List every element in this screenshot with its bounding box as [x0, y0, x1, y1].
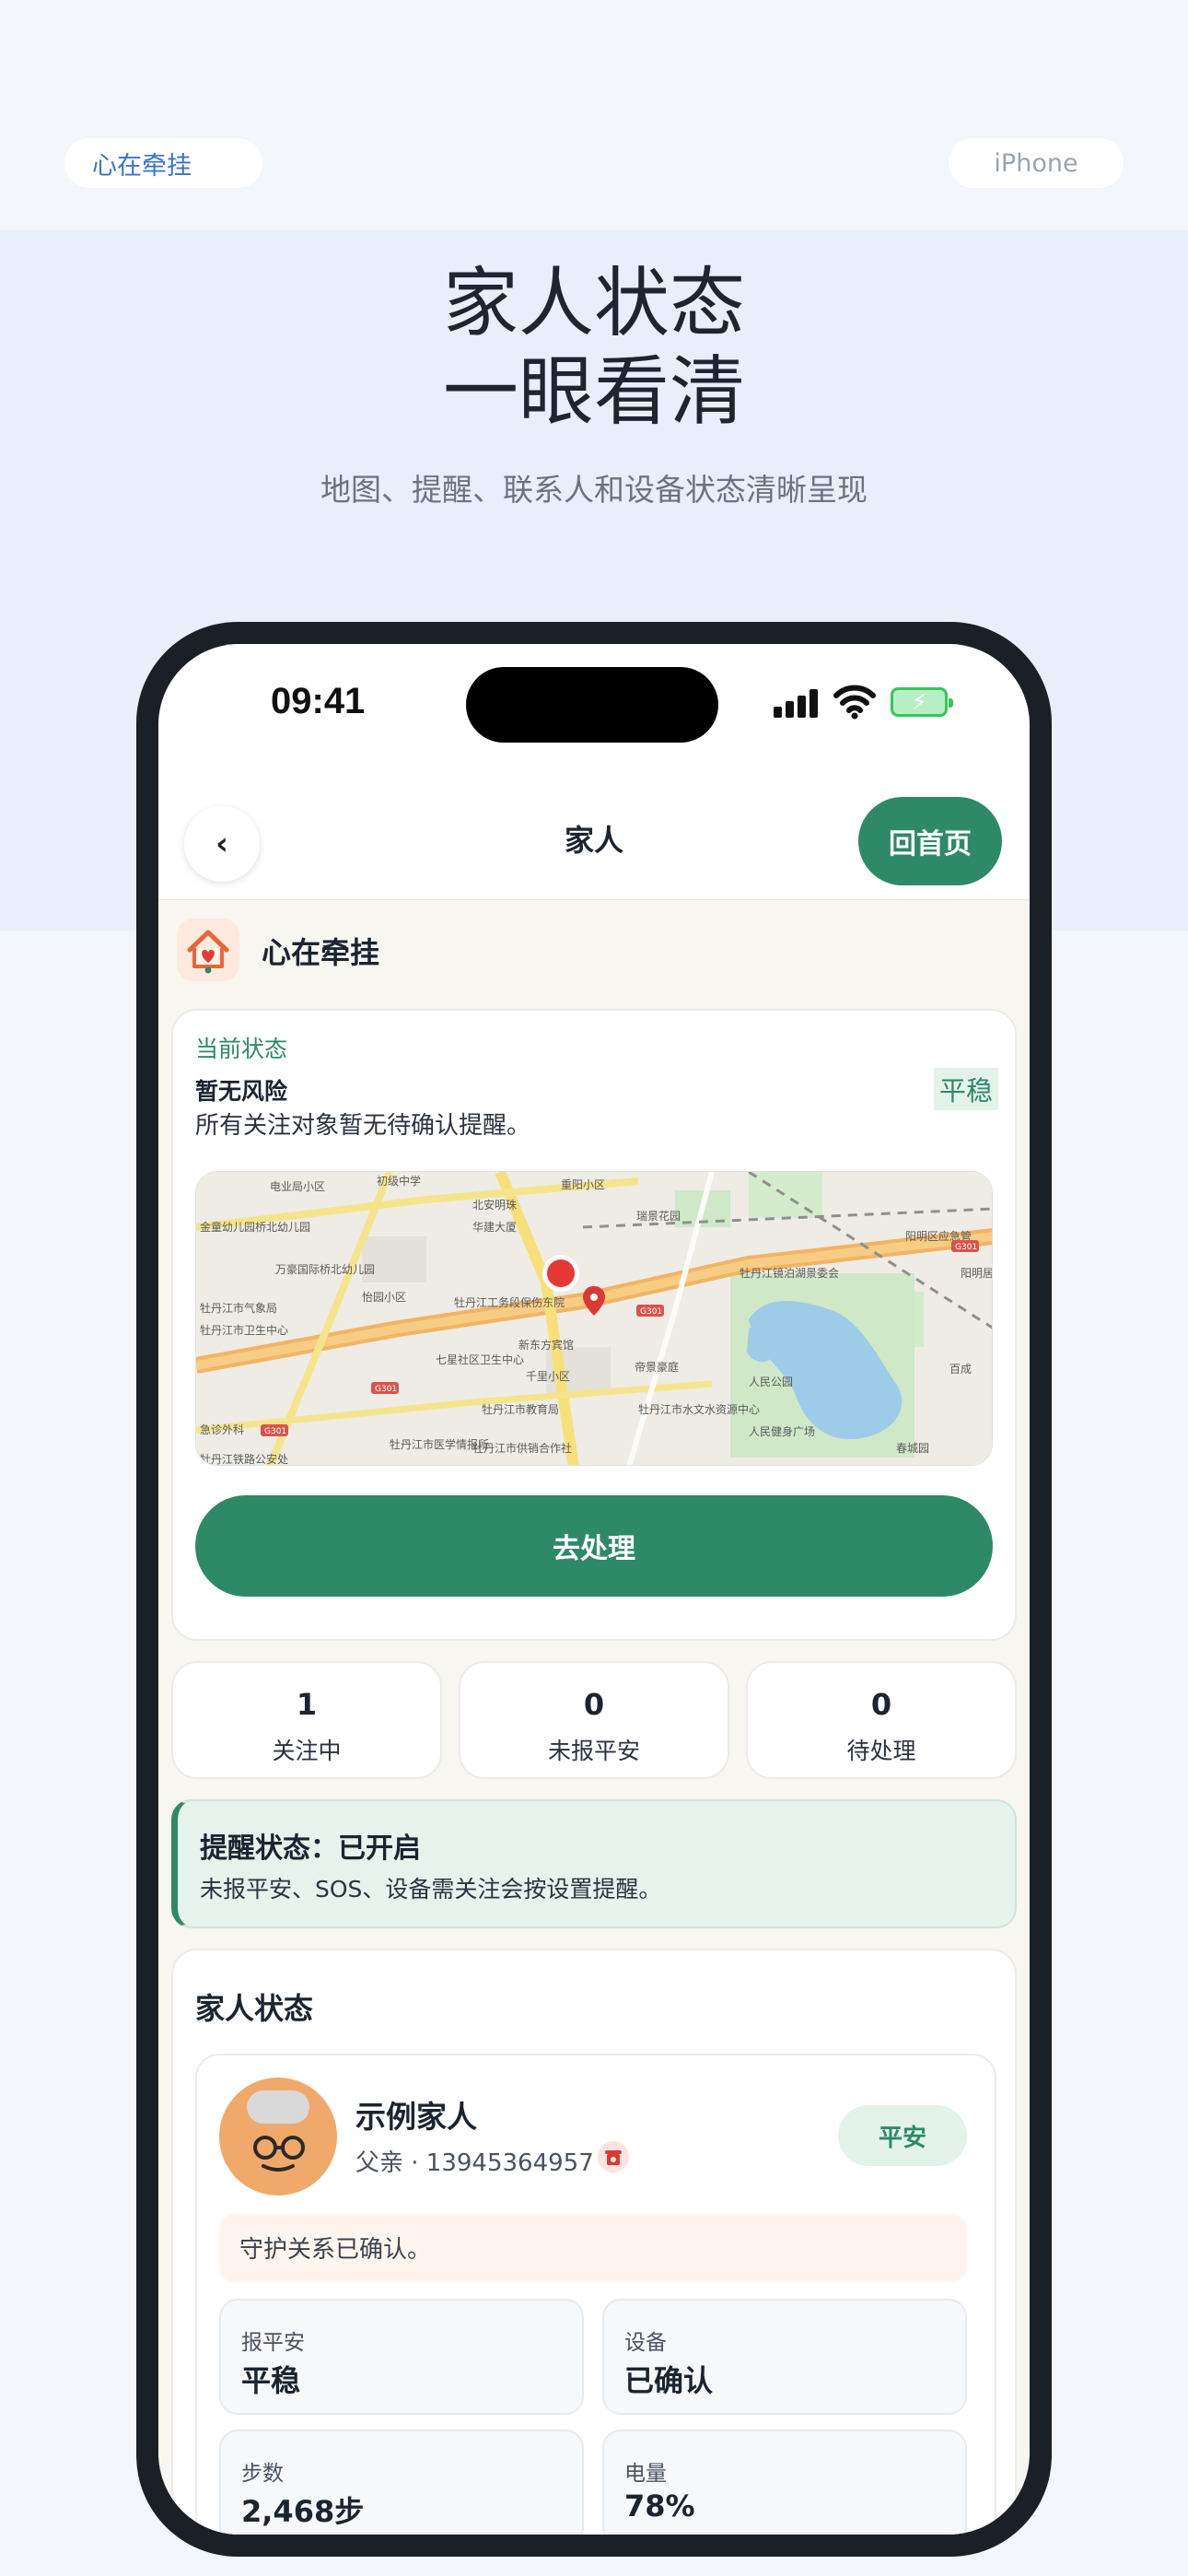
map-label: 牡丹江工务段保伤东院 — [454, 1295, 565, 1309]
nav-bar: ‹ 家人 回首页 — [158, 780, 1030, 900]
map-label: 新东方宾馆 — [518, 1338, 574, 1352]
current-location-dot — [547, 1259, 575, 1287]
map-label: 人民公园 — [749, 1376, 793, 1388]
map-label: 急诊外科 — [200, 1423, 244, 1436]
tile-battery: 电量 78% — [602, 2430, 967, 2535]
map-label: 万豪国际桥北幼儿园 — [275, 1262, 375, 1276]
stat-not-reported[interactable]: 0 未报平安 — [459, 1661, 729, 1779]
tile-label: 设备 — [624, 2331, 667, 2355]
tile-value: 已确认 — [624, 2363, 714, 2398]
tile-label: 步数 — [241, 2462, 284, 2486]
headline-line-1: 家人状态 — [442, 260, 745, 347]
member-name: 示例家人 — [355, 2099, 477, 2135]
reminder-status-panel: 提醒状态：已开启 未报平安、SOS、设备需关注会按设置提醒。 — [171, 1799, 1017, 1928]
stat-pending[interactable]: 0 待处理 — [746, 1661, 1017, 1779]
avatar — [219, 2078, 337, 2195]
stat-value: 1 — [296, 1687, 318, 1722]
map-canvas: 电业局小区 初级中学 重阳小区 北安明珠 华建大厦 瑞景花园 阳明区应急管 金童… — [196, 1172, 993, 1466]
road-tag: G301 — [375, 1385, 397, 1394]
tile-value: 平稳 — [241, 2363, 301, 2398]
charging-bolt-icon: ⚡ — [912, 689, 927, 715]
cellular-signal-icon — [774, 688, 820, 718]
promo-headline: 家人状态 一眼看清 — [0, 260, 1188, 437]
promo-subheadline: 地图、提醒、联系人和设备状态清晰呈现 — [320, 472, 868, 508]
current-status-description: 所有关注对象暂无待确认提醒。 — [195, 1112, 531, 1140]
map-label: 七星社区卫生中心 — [436, 1352, 524, 1366]
tile-label: 报平安 — [241, 2331, 305, 2355]
map-label: 华建大厦 — [472, 1221, 517, 1234]
family-member-card[interactable]: 示例家人 父亲 · 13945364957 平安 守护关系已确认。 报平安 平稳… — [195, 2054, 996, 2535]
map-label: 牡丹江市气象局 — [200, 1301, 277, 1315]
handle-button[interactable]: 去处理 — [195, 1495, 993, 1597]
status-badge: 平稳 — [934, 1068, 999, 1110]
family-status-card: 家人状态 示例家人 父亲 · 13945364957 平安 守护关系已确认。 报… — [171, 1949, 1017, 2535]
guardian-note: 守护关系已确认。 — [219, 2214, 967, 2282]
stat-value: 0 — [870, 1687, 892, 1722]
map-label: 千里小区 — [526, 1370, 570, 1383]
family-section-title: 家人状态 — [195, 1991, 314, 2026]
current-status-label: 当前状态 — [195, 1036, 288, 1062]
map-label: 牡丹江市卫生中心 — [200, 1323, 288, 1337]
location-map[interactable]: 电业局小区 初级中学 重阳小区 北安明珠 华建大厦 瑞景花园 阳明区应急管 金童… — [195, 1171, 993, 1466]
reminder-title: 提醒状态：已开启 — [200, 1832, 421, 1865]
map-label: 牡丹江市供销合作社 — [472, 1441, 572, 1455]
tile-value: 2,468步 — [241, 2494, 365, 2529]
map-label: 牡丹江铁路公安处 — [200, 1452, 288, 1466]
tile-check-in: 报平安 平稳 — [219, 2299, 584, 2415]
status-bar: 09:41 ⚡ — [158, 644, 1030, 780]
current-status-title: 暂无风险 — [195, 1078, 288, 1105]
map-label: 阳明居民 — [961, 1267, 993, 1280]
map-label: 牡丹江市水文水资源中心 — [638, 1402, 760, 1416]
map-label: 重阳小区 — [561, 1178, 605, 1191]
map-label: 电业局小区 — [270, 1180, 325, 1193]
map-label: 百成 — [949, 1363, 972, 1376]
map-label: 金童幼儿园桥北幼儿园 — [200, 1220, 310, 1234]
road-tag: G301 — [264, 1427, 286, 1436]
telephone-icon[interactable] — [597, 2140, 630, 2173]
map-label: 春城园 — [896, 1442, 929, 1455]
map-label: 瑞景花园 — [636, 1209, 681, 1223]
headline-line-2: 一眼看清 — [442, 348, 745, 436]
stat-value: 0 — [583, 1687, 605, 1722]
home-button[interactable]: 回首页 — [858, 797, 1002, 885]
stat-label: 未报平安 — [547, 1738, 640, 1764]
tile-label: 电量 — [624, 2462, 667, 2486]
phone-frame: 09:41 ⚡ ‹ 家人 回首页 心在牵挂 当前状态 暂无风险 所有关注对象暂无… — [136, 622, 1052, 2557]
dynamic-island — [466, 667, 718, 743]
map-label: 人民健身广场 — [749, 1424, 815, 1438]
map-label: 初级中学 — [377, 1174, 421, 1188]
road-tag: G301 — [640, 1307, 662, 1317]
tile-device: 设备 已确认 — [602, 2299, 967, 2415]
map-label: 牡丹江镜泊湖景委会 — [740, 1266, 839, 1280]
safety-status-badge: 平安 — [838, 2105, 967, 2166]
map-label: 北安明珠 — [472, 1198, 517, 1212]
tile-steps: 步数 2,468步 — [219, 2430, 584, 2535]
map-label: 帝景豪庭 — [635, 1360, 679, 1374]
app-logo-icon — [177, 919, 239, 981]
stat-following[interactable]: 1 关注中 — [171, 1661, 442, 1779]
road-tag: G301 — [955, 1243, 977, 1252]
member-relation-phone: 父亲 · 13945364957 — [355, 2149, 594, 2177]
tile-value: 78% — [624, 2488, 695, 2523]
map-label: 怡园小区 — [362, 1291, 406, 1304]
status-time: 09:41 — [271, 681, 366, 721]
stat-label: 关注中 — [272, 1738, 342, 1764]
app-name-tag: 心在牵挂 — [64, 138, 262, 188]
stat-label: 待处理 — [846, 1738, 916, 1764]
map-label: 牡丹江市教育局 — [482, 1402, 559, 1416]
device-tag: iPhone — [949, 138, 1124, 188]
brand-name: 心在牵挂 — [262, 935, 380, 970]
battery-icon: ⚡ — [891, 687, 953, 717]
wifi-icon — [833, 685, 876, 720]
reminder-description: 未报平安、SOS、设备需关注会按设置提醒。 — [200, 1876, 662, 1903]
current-status-card: 当前状态 暂无风险 所有关注对象暂无待确认提醒。 平稳 电业局小区 初级中学 重… — [171, 1009, 1017, 1641]
phone-screen: 09:41 ⚡ ‹ 家人 回首页 心在牵挂 当前状态 暂无风险 所有关注对象暂无… — [158, 644, 1030, 2535]
